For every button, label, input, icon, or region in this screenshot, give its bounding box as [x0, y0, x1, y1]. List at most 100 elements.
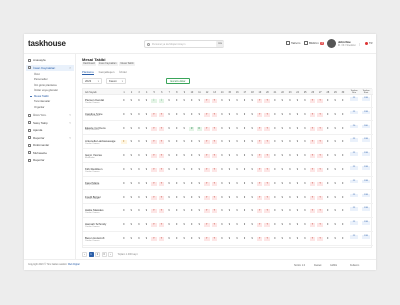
shift-cell[interactable]: 9	[227, 140, 233, 144]
shift-cell[interactable]: 9	[302, 168, 308, 172]
shift-cell[interactable]: 9	[332, 113, 338, 117]
table-row[interactable]: Pierson Kendal Yazılım Uzmanı 9 9 9 9 İ İ 9 9 9 9 9 T…	[83, 95, 373, 108]
shift-cell[interactable]: T	[256, 223, 263, 228]
shift-cell[interactable]: 9	[280, 99, 286, 103]
shift-cell[interactable]: T	[309, 181, 316, 186]
shift-cell[interactable]: T	[204, 209, 210, 214]
sidebar-subitem-0[interactable]: Özet	[34, 73, 40, 76]
shift-cell[interactable]: 9	[144, 223, 150, 227]
shift-cell[interactable]: T	[317, 168, 323, 172]
shift-cell[interactable]: T	[256, 99, 263, 103]
shift-cell[interactable]: 9	[332, 168, 338, 172]
shift-cell[interactable]: 9	[189, 196, 195, 200]
shift-cell[interactable]: 9	[287, 196, 293, 200]
shift-cell[interactable]: 9	[249, 168, 255, 172]
table-row[interactable]: Karel Maire Satış Temsilcisi 9 9 9 9 T T 9 9 9 9 9 T T…	[83, 178, 373, 191]
shift-cell[interactable]: 9	[332, 182, 338, 186]
shift-cell[interactable]: 9	[280, 168, 286, 172]
table-row[interactable]: Candiye Snire Yazılım Uzmanı 9 9 9 9 T T 9 9 9 9 9 T T…	[83, 109, 373, 122]
shift-cell[interactable]: T	[211, 209, 218, 214]
shift-cell[interactable]: 9	[189, 182, 195, 186]
shift-cell[interactable]: 9	[129, 99, 135, 103]
shift-cell[interactable]: 9	[302, 99, 308, 103]
sidebar-item-3[interactable]: Satış Takip ˅	[26, 120, 74, 126]
shift-cell[interactable]: 9	[332, 237, 338, 241]
tab-planlama[interactable]: Planlama	[82, 70, 94, 75]
shift-cell[interactable]: T	[256, 209, 263, 214]
shift-cell[interactable]: 9	[295, 196, 301, 200]
shift-cell[interactable]: 9	[242, 168, 248, 172]
shift-cell[interactable]: 9	[249, 154, 255, 158]
shift-cell[interactable]: 9	[197, 237, 203, 241]
shift-cell[interactable]: T	[158, 195, 165, 200]
shift-cell[interactable]: T	[151, 195, 157, 200]
shift-cell[interactable]: 9	[219, 237, 225, 241]
shift-cell[interactable]: 9	[242, 99, 248, 103]
shift-cell[interactable]: 9	[287, 168, 293, 172]
shift-cell[interactable]: 9	[340, 113, 346, 117]
shift-cell[interactable]: 9	[144, 237, 150, 241]
shift-cell[interactable]: 9	[234, 154, 240, 158]
day-column-header[interactable]: 19	[257, 91, 263, 94]
day-column-header[interactable]: 5	[151, 91, 157, 94]
shift-cell[interactable]: 9	[189, 140, 195, 144]
footer-link-privacy[interactable]: Gizlilik	[330, 264, 337, 267]
shift-cell[interactable]: 9	[129, 113, 135, 117]
shift-cell[interactable]: F	[121, 140, 127, 145]
shift-cell[interactable]: 9	[144, 209, 150, 213]
shift-cell[interactable]: 9	[121, 154, 127, 158]
shift-cell[interactable]: 9	[242, 113, 248, 117]
shift-cell[interactable]: 9	[234, 196, 240, 200]
shift-cell[interactable]: 9	[280, 182, 286, 186]
day-column-header[interactable]: 18	[249, 91, 255, 94]
shift-cell[interactable]: 9	[144, 196, 150, 200]
shift-cell[interactable]: 9	[121, 168, 127, 172]
shift-cell[interactable]: 9	[189, 99, 195, 103]
sidebar-item-5[interactable]: Raporlar ˅	[26, 135, 74, 141]
shift-cell[interactable]: 9	[136, 99, 142, 103]
day-column-header[interactable]: 15	[227, 91, 233, 94]
shift-cell[interactable]: T	[264, 181, 270, 186]
sidebar-item-0[interactable]: Anasayfa	[26, 57, 74, 63]
shift-cell[interactable]: 9	[189, 237, 195, 241]
shift-cell[interactable]: 9	[166, 140, 172, 144]
shift-cell[interactable]: T	[256, 126, 263, 131]
shift-cell[interactable]: 9	[242, 237, 248, 241]
shift-cell[interactable]: 9	[242, 127, 248, 131]
shift-cell[interactable]: T	[204, 223, 210, 228]
shift-cell[interactable]: 9	[129, 237, 135, 241]
day-column-header[interactable]: 24	[295, 91, 301, 94]
shift-cell[interactable]: T	[309, 168, 316, 172]
shift-cell[interactable]: T	[309, 140, 316, 145]
month-select[interactable]: Kasım ▾	[106, 78, 126, 84]
shift-cell[interactable]: 9	[129, 182, 135, 186]
shift-cell[interactable]: 9	[325, 196, 331, 200]
shift-cell[interactable]: T	[211, 237, 218, 241]
tab-gerceklesen[interactable]: Gerçekleşen	[99, 70, 115, 75]
shift-cell[interactable]: 9	[295, 182, 301, 186]
shift-cell[interactable]: T	[151, 154, 157, 159]
shift-cell[interactable]: T	[158, 126, 165, 131]
shift-cell[interactable]: T	[211, 99, 218, 103]
shift-cell[interactable]: T	[264, 209, 270, 214]
shift-cell[interactable]: T	[151, 112, 157, 117]
day-column-header[interactable]: 26	[310, 91, 316, 94]
footer-link-support[interactable]: Destek	[314, 264, 321, 267]
shift-cell[interactable]: T	[264, 112, 270, 117]
shift-cell[interactable]: 9	[219, 196, 225, 200]
shift-cell[interactable]: 9	[174, 127, 180, 131]
shift-cell[interactable]: 9	[144, 182, 150, 186]
shift-cell[interactable]: 9	[302, 196, 308, 200]
shift-cell[interactable]: 9	[227, 182, 233, 186]
shift-cell[interactable]: T	[317, 126, 323, 131]
table-row[interactable]: Antonella Laiclauseauge Yazılım Uzmanı F 9 9…	[83, 136, 373, 149]
shift-cell[interactable]: T	[264, 223, 270, 228]
shift-cell[interactable]: 9	[136, 237, 142, 241]
shift-cell[interactable]: T	[256, 168, 263, 172]
shift-cell[interactable]: T	[151, 223, 157, 228]
shift-cell[interactable]: 9	[197, 168, 203, 172]
day-column-header[interactable]: 10	[189, 91, 195, 94]
user-menu-icon[interactable]: ⋮	[358, 42, 361, 46]
shift-cell[interactable]: 9	[295, 127, 301, 131]
sidebar-item-7[interactable]: Muhasebe	[26, 150, 74, 156]
